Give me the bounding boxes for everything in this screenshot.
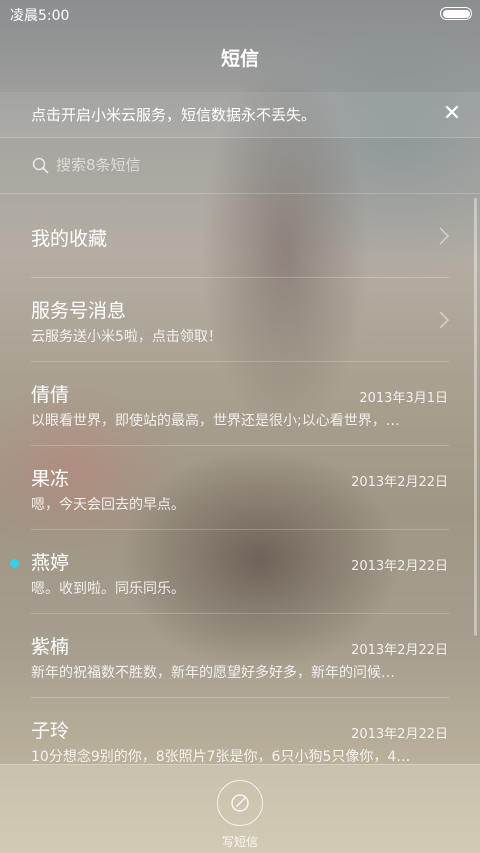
bottom-bar: 写短信 [0,764,480,853]
list-item-date: 2013年2月22日 [351,475,448,490]
list-item-date: 2013年2月22日 [351,559,448,574]
list-item-preview: 云服务送小米5啦，点击领取！ [31,329,222,345]
list-item-name: 倩倩 [31,384,70,406]
conversation-list[interactable]: 我的收藏 服务号消息 云服务送小米5啦，点击领取！ 倩倩 2013年3月1日 以… [0,194,480,764]
list-item-favorites[interactable]: 我的收藏 [0,194,480,278]
compose-icon [231,794,249,812]
list-item-preview: 嗯，今天会回去的早点。 [31,497,185,513]
status-bar: 凌晨5:00 [0,0,480,28]
search-icon [32,157,49,174]
chevron-right-icon [439,311,450,329]
chevron-right-icon [439,227,450,245]
status-time: 凌晨5:00 [10,8,70,24]
list-item-preview: 嗯。收到啦。同乐同乐。 [31,581,185,597]
list-item-conversation[interactable]: 果冻 2013年2月22日 嗯，今天会回去的早点。 [0,446,480,530]
page-title: 短信 [220,48,259,70]
list-item-conversation[interactable]: 燕婷 2013年2月22日 嗯。收到啦。同乐同乐。 [0,530,480,614]
cloud-service-banner[interactable]: 点击开启小米云服务，短信数据永不丢失。 ✕ [0,92,480,138]
list-item-name: 子玲 [31,720,70,742]
list-item-preview: 以眼看世界，即使站的最高，世界还是很小;以心看世界，… [31,413,400,429]
list-item-date: 2013年2月22日 [351,643,448,658]
list-item-service-messages[interactable]: 服务号消息 云服务送小米5啦，点击领取！ [0,278,480,362]
list-item-date: 2013年2月22日 [351,727,448,742]
compose-button[interactable] [217,780,263,826]
close-icon[interactable]: ✕ [438,100,466,128]
search-input[interactable] [56,154,436,176]
battery-icon [440,7,472,20]
list-item-conversation[interactable]: 子玲 2013年2月22日 10分想念9别的你，8张照片7张是你，6只小狗5只像… [0,698,480,764]
list-item-conversation[interactable]: 倩倩 2013年3月1日 以眼看世界，即使站的最高，世界还是很小;以心看世界，… [0,362,480,446]
list-item-preview: 10分想念9别的你，8张照片7张是你，6只小狗5只像你，4… [31,749,411,764]
unread-dot-icon [10,559,19,568]
compose-label: 写短信 [221,835,258,849]
banner-text[interactable]: 点击开启小米云服务，短信数据永不丢失。 [31,104,316,125]
list-item-preview: 新年的祝福数不胜数，新年的愿望好多好多，新年的问候… [31,665,395,681]
search-bar[interactable] [0,138,480,194]
list-item-conversation[interactable]: 紫楠 2013年2月22日 新年的祝福数不胜数，新年的愿望好多好多，新年的问候… [0,614,480,698]
list-item-name: 我的收藏 [31,228,108,250]
list-item-name: 燕婷 [31,552,70,574]
list-item-name: 服务号消息 [31,300,127,322]
list-item-name: 紫楠 [31,636,70,658]
list-item-date: 2013年3月1日 [359,391,448,406]
list-item-name: 果冻 [31,468,70,490]
scrollbar[interactable] [474,198,477,636]
